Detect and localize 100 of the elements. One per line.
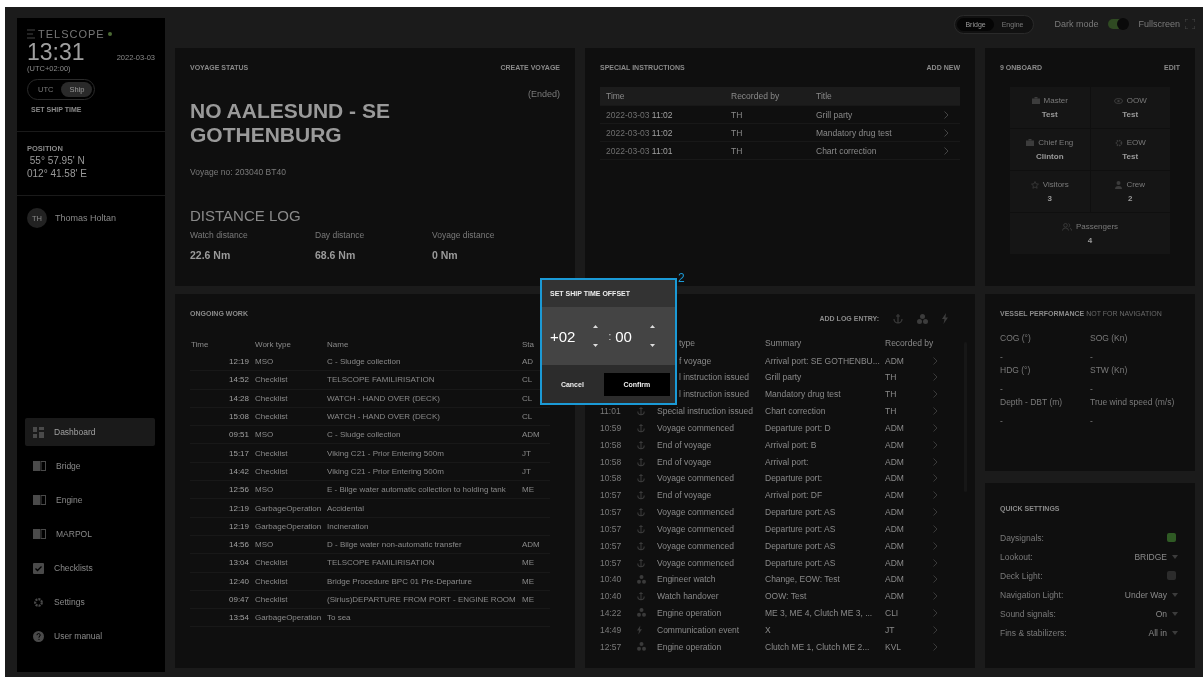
table-cell-text: Change, EOW: Test	[765, 574, 841, 585]
caret-up-icon[interactable]	[593, 325, 599, 328]
voyage-route: NO AALESUND - SE GOTHENBURG	[190, 99, 391, 148]
minutes-value[interactable]: 00	[615, 327, 632, 345]
setting-dropdown[interactable]: Under Way	[1122, 589, 1180, 600]
person-icon	[1115, 180, 1123, 189]
nav-item[interactable]: Settings	[25, 588, 155, 616]
column-header: Summary	[765, 337, 803, 348]
caret-up-icon[interactable]	[649, 325, 655, 328]
fullscreen-button[interactable]: Fullscreen	[1138, 19, 1195, 29]
table-cell-text: GarbageOperation	[255, 521, 323, 531]
table-cell-text: Departure port: AS	[765, 523, 837, 534]
time-cell: 14:22	[600, 608, 622, 618]
table-cell-text: C - Sludge collection	[327, 357, 402, 367]
nav-item[interactable]: Dashboard	[25, 418, 155, 446]
table-cell-text: ADM	[885, 523, 905, 534]
fan-icon	[637, 608, 646, 618]
distance-label: Watch distance	[190, 230, 249, 241]
setting-label: Lookout:	[1000, 551, 1033, 562]
setting-dropdown[interactable]: BRIDGE	[1132, 551, 1180, 562]
nav-item[interactable]: User manual	[25, 622, 155, 650]
table-cell-text: To sea	[327, 613, 352, 623]
table-cell-text: Voyage commenced	[657, 557, 736, 568]
metric-value: -	[1090, 384, 1094, 394]
table-cell-text: Checklist	[255, 576, 289, 586]
role-value: Test	[1122, 152, 1139, 161]
star-icon	[1030, 180, 1039, 189]
time-cell-text: 14:42	[228, 466, 251, 476]
table-cell-text: Departure port: D	[765, 422, 832, 433]
anchor-icon	[637, 540, 645, 551]
time-cell-text: 12:19	[228, 521, 251, 531]
table-cell-text: Accidental	[327, 503, 365, 513]
table-cell-text: ADM	[885, 507, 905, 517]
people-icon	[1061, 222, 1072, 231]
table-cell-text: ADM	[885, 439, 905, 450]
table-cell-text: CL	[522, 412, 534, 422]
anchor-icon	[637, 406, 645, 417]
time-cell-text: 12:56	[228, 485, 251, 495]
table-cell-text: ME	[522, 558, 535, 568]
table-cell-text: Departure port: AS	[765, 557, 837, 568]
table-cell-text: WATCH - HAND OVER (DECK)	[327, 393, 441, 403]
caret-down-icon[interactable]	[593, 344, 599, 347]
table-cell-text: TELSCOPE FAMILIRISATION	[327, 375, 436, 385]
setting-toggle[interactable]	[1167, 533, 1176, 542]
anchor-icon[interactable]	[893, 313, 903, 325]
hours-value[interactable]: +02	[550, 327, 576, 345]
table-cell-text: Engineer watch	[657, 574, 717, 585]
role-label: EOW	[1126, 138, 1146, 147]
role-label: Chief Eng	[1038, 138, 1074, 147]
table-cell-text: Chart correction	[816, 145, 878, 156]
dark-mode-switch[interactable]	[1108, 19, 1129, 29]
role-value: 4	[1087, 236, 1093, 245]
anchor-icon	[637, 507, 645, 517]
table-cell-text: OOW: Test	[765, 591, 808, 602]
table-cell-text: Checklist	[255, 393, 289, 403]
caret-icon	[1172, 611, 1178, 616]
briefcase-icon	[1026, 139, 1035, 146]
table-cell-text: TELSCOPE FAMILIRISATION	[327, 558, 436, 568]
table-cell-text: GarbageOperation	[255, 613, 323, 623]
table-cell-text: ADM	[522, 540, 541, 550]
lightning-icon[interactable]	[942, 313, 948, 325]
column-header: Work type	[255, 339, 292, 349]
table-cell-text: Checklist	[255, 448, 289, 458]
table-cell-text: TH	[885, 406, 898, 417]
caret-down-icon[interactable]	[649, 344, 655, 347]
table-cell-text: Bridge Procedure BPC 01 Pre-Departure	[327, 576, 473, 586]
table-cell-text: Incineration	[327, 521, 370, 531]
setting-label: Deck Light:	[1000, 570, 1043, 581]
nav-item[interactable]: Checklists	[25, 554, 155, 582]
table-cell-text: Viking C21 - Prior Entering 500m	[327, 466, 445, 476]
nav-item[interactable]: Bridge	[25, 452, 155, 480]
setting-dropdown[interactable]: All in	[1146, 627, 1180, 638]
anchor-icon	[637, 490, 645, 501]
table-cell-text: ADM	[885, 456, 905, 467]
time-cell-text: 13:04	[228, 558, 251, 568]
table-cell-text: Viking C21 - Prior Entering 500m	[327, 448, 445, 458]
column-header: Name	[327, 339, 350, 349]
grid-icon	[33, 426, 44, 438]
status-dot-icon	[107, 32, 112, 36]
date-cell: 2022-03-03	[606, 127, 650, 138]
setting-dropdown[interactable]: On	[1153, 608, 1180, 619]
distance-value: 0 Nm	[432, 249, 459, 262]
table-cell-text: End of voyage	[657, 439, 713, 450]
fan-icon[interactable]	[917, 313, 928, 324]
time-cell: 10:59	[600, 422, 622, 433]
table-cell-text: Engine operation	[657, 608, 723, 618]
time-cell: 10:40	[600, 574, 622, 585]
time-cell: 11:02	[651, 127, 673, 138]
latitude: 55° 57.95' N	[28, 155, 86, 167]
nav-item[interactable]: Engine	[25, 486, 155, 514]
time-cell: 10:58	[600, 473, 622, 484]
distance-label: Day distance	[315, 230, 366, 241]
nav-item[interactable]: MARPOL	[25, 520, 155, 548]
fullscreen-icon	[1185, 19, 1195, 29]
role-value: 2	[1128, 194, 1133, 203]
time-cell: 10:57	[600, 490, 622, 501]
table-cell-text: MSO	[255, 430, 275, 440]
time-cell: 11:02	[651, 109, 673, 120]
table-cell-text: ADM	[885, 557, 905, 568]
setting-toggle[interactable]	[1167, 571, 1176, 580]
